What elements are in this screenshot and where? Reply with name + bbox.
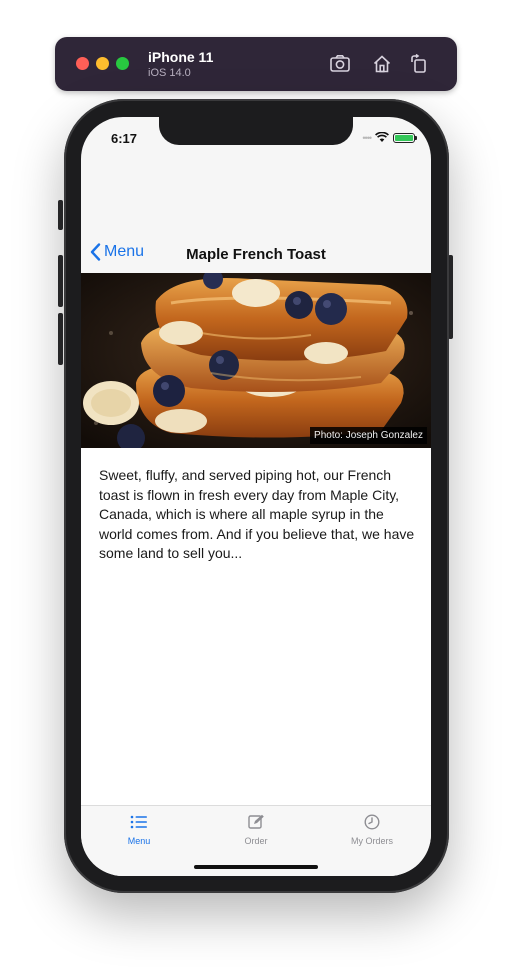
list-icon — [130, 815, 147, 829]
zoom-window-button[interactable] — [116, 57, 129, 70]
battery-icon — [393, 132, 417, 143]
edit-icon — [248, 814, 264, 829]
volume-down-button — [58, 313, 63, 365]
tab-menu[interactable]: Menu — [81, 814, 197, 846]
screenshot-button[interactable] — [327, 51, 353, 77]
home-button[interactable] — [369, 51, 395, 77]
rotate-button[interactable] — [406, 51, 432, 77]
tab-my-orders-label: My Orders — [350, 836, 393, 846]
close-window-button[interactable] — [76, 57, 89, 70]
simulator-device-name: iPhone 11 — [148, 49, 214, 65]
tab-my-orders[interactable]: My Orders — [314, 814, 430, 846]
tab-order-label: Order — [244, 836, 268, 846]
stage: iPhone 11 iOS 14.0 6:17 •••• Menu Maple … — [0, 0, 512, 967]
device-screen: 6:17 •••• Menu Maple French Toast Photo:… — [81, 117, 431, 876]
item-description: Sweet, fluffy, and served piping hot, ou… — [99, 467, 415, 561]
notch — [159, 117, 353, 145]
page-title: Maple French Toast — [186, 246, 326, 263]
home-icon — [373, 55, 391, 73]
camera-icon — [330, 55, 350, 72]
status-time: 6:17 — [111, 131, 138, 146]
simulator-os-version: iOS 14.0 — [148, 67, 191, 79]
clock-icon — [364, 814, 380, 830]
status-icons: •••• — [362, 132, 417, 143]
tab-menu-label: Menu — [127, 836, 151, 846]
signal-icon: •••• — [362, 132, 372, 143]
volume-up-button — [58, 255, 63, 307]
home-indicator — [194, 865, 318, 869]
content-area: Sweet, fluffy, and served piping hot, ou… — [81, 448, 431, 806]
hero-image: Photo: Joseph Gonzalez — [81, 273, 431, 448]
navigation-bar: Menu Maple French Toast — [81, 237, 431, 273]
french-toast-photo — [81, 273, 431, 448]
minimize-window-button[interactable] — [96, 57, 109, 70]
photo-credit: Photo: Joseph Gonzalez — [310, 427, 427, 444]
rotate-icon — [411, 54, 426, 73]
tab-order[interactable]: Order — [198, 814, 314, 846]
wifi-icon — [375, 132, 389, 143]
simulator-title-bar: iPhone 11 iOS 14.0 — [55, 37, 457, 91]
mute-switch — [58, 200, 63, 230]
